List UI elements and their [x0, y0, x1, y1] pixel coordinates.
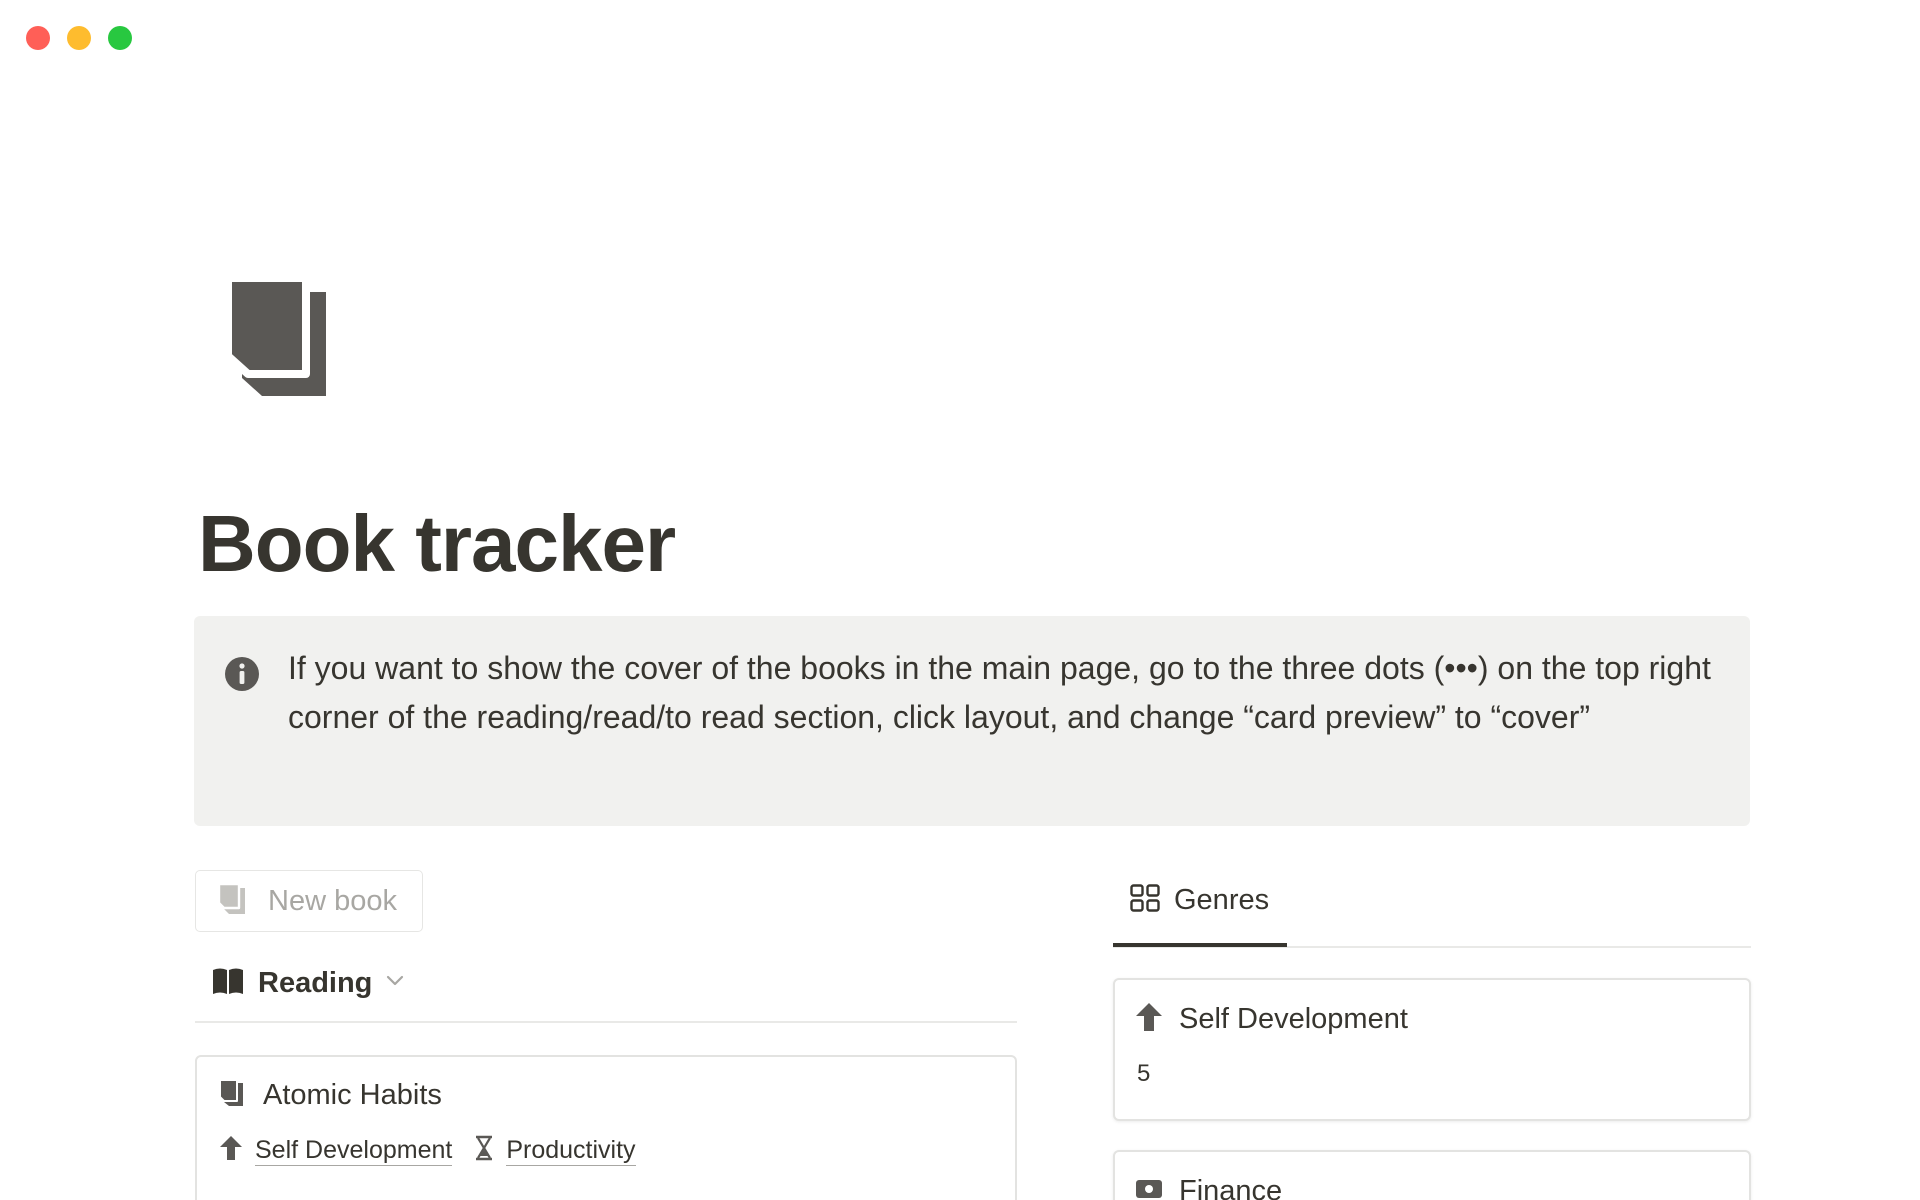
book-icon — [219, 1079, 245, 1112]
reading-view-tab[interactable]: Reading — [212, 958, 404, 1008]
open-book-icon — [212, 967, 244, 1000]
hourglass-icon — [474, 1135, 494, 1166]
new-book-button[interactable]: New book — [195, 870, 423, 932]
book-icon — [217, 882, 248, 920]
callout-text[interactable]: If you want to show the cover of the boo… — [288, 644, 1718, 741]
category-link[interactable]: Productivity — [506, 1135, 636, 1166]
new-book-label: New book — [268, 884, 397, 917]
gallery-icon — [1130, 884, 1160, 917]
app-window: Book tracker If you want to show the cov… — [0, 0, 1920, 1200]
zoom-window-button[interactable] — [108, 26, 132, 50]
window-controls — [26, 26, 132, 50]
view-divider — [195, 1021, 1017, 1023]
view-tab-label: Reading — [258, 966, 373, 999]
book-properties: Self Development Productivity — [219, 1135, 646, 1166]
genres-view-tab[interactable]: Genres — [1130, 884, 1269, 917]
arrow-up-icon — [1135, 1002, 1163, 1037]
arrow-up-icon — [219, 1135, 243, 1166]
minimize-window-button[interactable] — [67, 26, 91, 50]
genre-card[interactable]: Finance — [1113, 1150, 1751, 1200]
book-card[interactable]: Atomic Habits Self Development Productiv… — [195, 1055, 1017, 1200]
genre-link[interactable]: Self Development — [255, 1135, 453, 1166]
genre-title: Finance — [1179, 1175, 1283, 1200]
info-icon — [224, 656, 260, 692]
finance-icon — [1135, 1174, 1163, 1200]
info-callout: If you want to show the cover of the boo… — [194, 616, 1750, 826]
genres-tab-label: Genres — [1174, 884, 1270, 916]
close-window-button[interactable] — [26, 26, 50, 50]
book-icon[interactable] — [222, 274, 338, 398]
page-title[interactable]: Book tracker — [198, 496, 676, 592]
active-tab-indicator — [1113, 943, 1287, 947]
genre-book-count: 5 — [1137, 1060, 1151, 1087]
book-title: Atomic Habits — [263, 1079, 442, 1111]
chevron-down-icon[interactable] — [386, 974, 404, 992]
genre-title: Self Development — [1179, 1003, 1408, 1035]
genre-card[interactable]: Self Development 5 — [1113, 978, 1751, 1121]
